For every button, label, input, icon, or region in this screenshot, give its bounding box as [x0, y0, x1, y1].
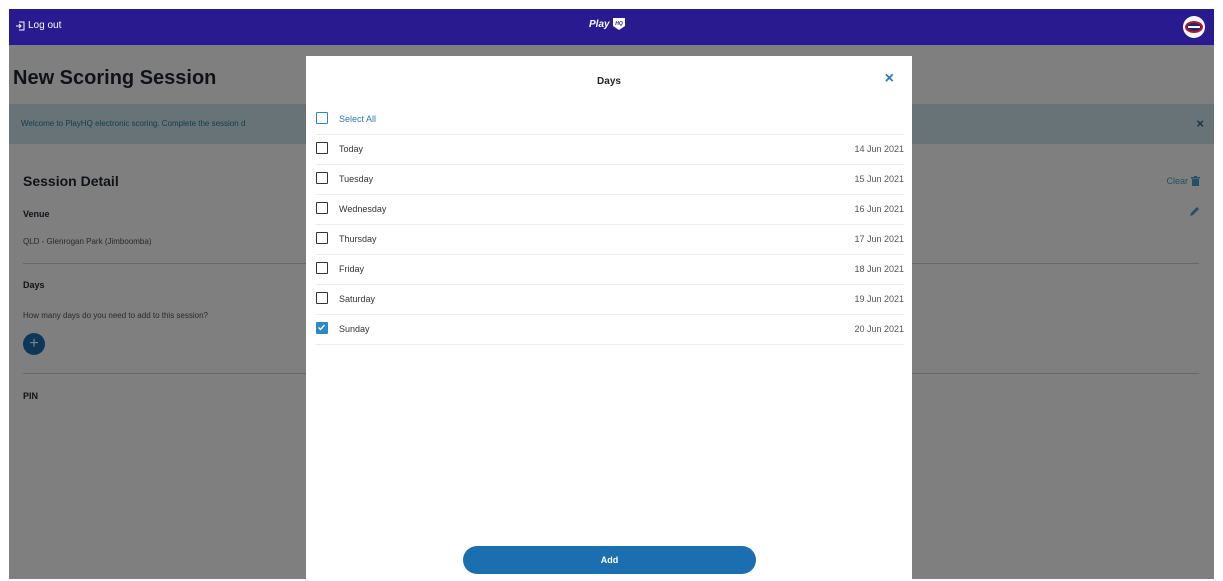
add-button[interactable]: Add: [463, 546, 756, 574]
logout-icon: [16, 21, 25, 30]
day-label: Today: [339, 144, 364, 154]
day-date: 16 Jun 2021: [854, 204, 904, 214]
app-frame: Log out Play HQ New Scoring Session Welc…: [9, 9, 1214, 579]
day-checkbox[interactable]: [316, 202, 328, 214]
day-row[interactable]: Saturday 19 Jun 2021: [316, 285, 904, 315]
day-label: Tuesday: [339, 174, 374, 184]
day-label: Sunday: [339, 324, 370, 334]
day-label: Wednesday: [339, 204, 387, 214]
day-checkbox[interactable]: [316, 292, 328, 304]
modal-close-button[interactable]: ×: [885, 70, 894, 88]
brand-logo: Play HQ: [589, 17, 626, 31]
select-all-checkbox[interactable]: [316, 112, 328, 124]
checkmark-icon: [318, 324, 326, 331]
day-row[interactable]: Thursday 17 Jun 2021: [316, 225, 904, 255]
day-row[interactable]: Tuesday 15 Jun 2021: [316, 165, 904, 195]
logout-button[interactable]: Log out: [15, 20, 61, 31]
day-row[interactable]: Today 14 Jun 2021: [316, 135, 904, 165]
day-checkbox[interactable]: [316, 142, 328, 154]
modal-title: Days: [597, 76, 621, 87]
day-date: 17 Jun 2021: [854, 234, 904, 244]
afl-logo-icon[interactable]: [1182, 15, 1206, 39]
day-checkbox[interactable]: [316, 172, 328, 184]
brand-badge-text: HQ: [615, 21, 623, 27]
day-label: Thursday: [339, 234, 377, 244]
top-bar: Log out Play HQ: [9, 9, 1214, 45]
day-date: 20 Jun 2021: [854, 324, 904, 334]
day-date: 15 Jun 2021: [854, 174, 904, 184]
brand-label: Play: [589, 18, 610, 30]
day-date: 19 Jun 2021: [854, 294, 904, 304]
day-date: 18 Jun 2021: [854, 264, 904, 274]
day-label: Friday: [339, 264, 365, 274]
days-modal: Days × Select All Today 14 Jun 2021 Tues…: [306, 56, 912, 579]
day-row[interactable]: Wednesday 16 Jun 2021: [316, 195, 904, 225]
day-row[interactable]: Sunday 20 Jun 2021: [316, 315, 904, 345]
day-checkbox[interactable]: [316, 232, 328, 244]
day-row[interactable]: Friday 18 Jun 2021: [316, 255, 904, 285]
day-checkbox[interactable]: [316, 262, 328, 274]
select-all-label: Select All: [339, 114, 377, 124]
logout-label: Log out: [28, 20, 62, 31]
select-all-row[interactable]: Select All: [316, 105, 904, 135]
day-label: Saturday: [339, 294, 376, 304]
brand-badge-icon: HQ: [612, 18, 625, 30]
day-checkbox[interactable]: [316, 322, 328, 334]
day-date: 14 Jun 2021: [854, 144, 904, 154]
